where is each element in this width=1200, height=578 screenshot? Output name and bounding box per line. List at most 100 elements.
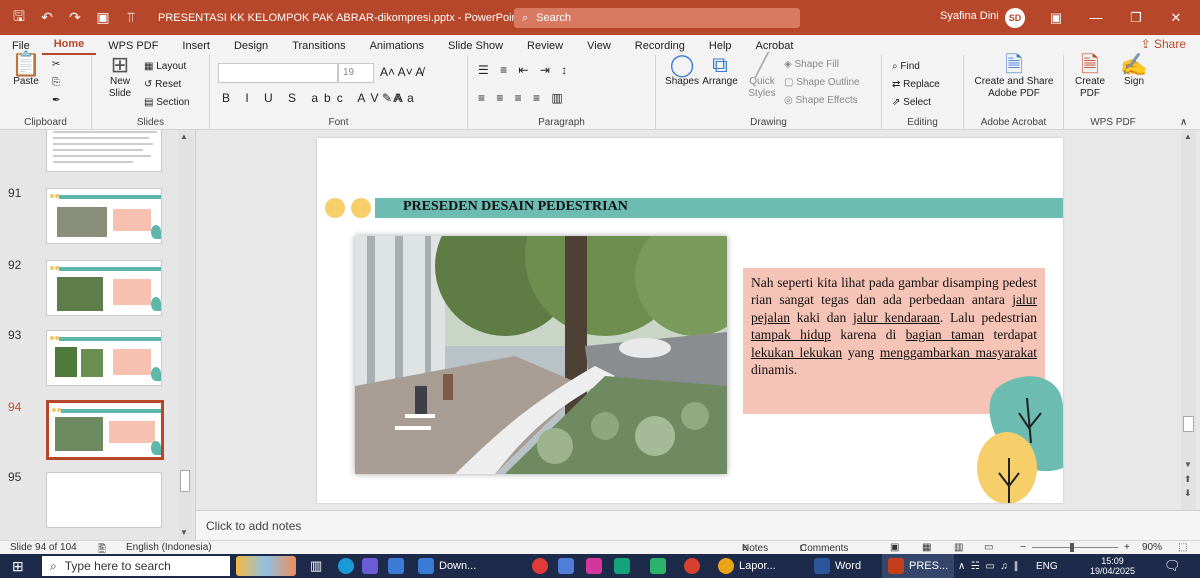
- wps-office-icon[interactable]: [684, 554, 705, 578]
- taskbar-pinned-app-4[interactable]: [650, 554, 671, 578]
- slideshow-icon[interactable]: ▭: [984, 542, 993, 553]
- taskbar-app-word[interactable]: Word: [814, 554, 861, 578]
- align-buttons[interactable]: ≡ ≡ ≡ ≡ ▥: [478, 91, 567, 105]
- thumbnails-scroll-thumb[interactable]: [180, 470, 190, 492]
- minimize-button[interactable]: —: [1076, 0, 1116, 35]
- zoom-in-button[interactable]: +: [1124, 542, 1130, 553]
- arrange-button[interactable]: ⧉ Arrange: [700, 54, 740, 88]
- next-slide-icon[interactable]: ⬇: [1184, 488, 1192, 499]
- create-share-pdf-button[interactable]: 🗎 Create and Share Adobe PDF: [970, 54, 1058, 100]
- taskbar-pinned-app-1[interactable]: [558, 554, 579, 578]
- opera-icon[interactable]: [532, 554, 553, 578]
- tab-wps-pdf[interactable]: WPS PDF: [96, 40, 170, 55]
- paste-button[interactable]: 📋 Paste: [10, 53, 42, 88]
- editor-scroll-up-icon[interactable]: ▲: [1184, 132, 1192, 141]
- slide-sorter-icon[interactable]: ▦: [922, 542, 931, 553]
- editor-scrollbar[interactable]: ▲ ▼ ⬆ ⬇: [1181, 130, 1196, 510]
- notifications-icon[interactable]: 🗨: [1164, 554, 1181, 578]
- system-tray-icons[interactable]: ∧ ☵ ▭ ♫ ∥: [958, 554, 1018, 578]
- zoom-level[interactable]: 90%: [1142, 542, 1162, 553]
- font-color-icon[interactable]: ✎ A: [382, 91, 403, 105]
- undo-icon[interactable]: ↶: [38, 9, 56, 26]
- editor-scroll-thumb[interactable]: [1183, 416, 1194, 432]
- language-status[interactable]: English (Indonesia): [126, 542, 212, 553]
- share-button[interactable]: ⇪ Share: [1141, 37, 1186, 51]
- shapes-button[interactable]: ◯ Shapes: [662, 54, 702, 88]
- wps-create-pdf-button[interactable]: 🗎 Create PDF: [1070, 54, 1110, 100]
- slide-thumbnail-90[interactable]: [46, 130, 162, 172]
- section-button[interactable]: ▤ Section: [144, 97, 190, 108]
- list-buttons[interactable]: ☰ ≡ ⇤ ⇥ ↕: [478, 63, 571, 77]
- redo-icon[interactable]: ↷: [66, 9, 84, 26]
- taskbar-app-downloads[interactable]: Down...: [418, 554, 476, 578]
- taskbar-app-chrome[interactable]: Lapor...: [718, 554, 776, 578]
- layout-button[interactable]: ▦ Layout: [144, 61, 186, 72]
- avatar[interactable]: SD: [1005, 8, 1025, 28]
- replace-button[interactable]: ⇄ Replace: [892, 79, 940, 90]
- format-painter-icon[interactable]: ✒: [52, 95, 60, 106]
- taskbar-search-box[interactable]: ⌕ Type here to search: [42, 556, 230, 576]
- windows-start-icon[interactable]: ⊞: [12, 554, 24, 578]
- reset-button[interactable]: ↺ Reset: [144, 79, 181, 90]
- tab-home[interactable]: Home: [41, 38, 97, 55]
- zoom-out-button[interactable]: −: [1020, 542, 1026, 553]
- select-button[interactable]: ⇗ Select: [892, 97, 931, 108]
- tab-design[interactable]: Design: [222, 40, 280, 55]
- tab-slide-show[interactable]: Slide Show: [436, 40, 515, 55]
- shape-fill-button[interactable]: ◈ Shape Fill: [784, 59, 839, 70]
- pedestrian-photo[interactable]: [355, 236, 727, 474]
- restore-button[interactable]: ❐: [1116, 0, 1156, 35]
- thumbnails-scrollbar[interactable]: ▲ ▼: [178, 130, 192, 540]
- shape-outline-button[interactable]: ▢ Shape Outline: [784, 77, 860, 88]
- notes-pane[interactable]: Click to add notes: [196, 510, 1200, 540]
- slide-title[interactable]: PRESEDEN DESAIN PEDESTRIAN: [403, 199, 628, 215]
- quick-styles-button[interactable]: ╱ Quick Styles: [742, 54, 782, 100]
- shape-effects-button[interactable]: ◎ Shape Effects: [784, 95, 858, 106]
- reading-view-icon[interactable]: ▥: [954, 542, 963, 553]
- grow-font-icon[interactable]: A˄ A˅ A̸: [380, 65, 423, 79]
- ribbon-display-options-icon[interactable]: ▣: [1036, 0, 1076, 35]
- input-language[interactable]: ENG: [1036, 554, 1058, 578]
- edge-icon[interactable]: [338, 554, 359, 578]
- tab-transitions[interactable]: Transitions: [280, 40, 357, 55]
- customize-qat-icon[interactable]: ⫪: [122, 9, 140, 26]
- tab-acrobat[interactable]: Acrobat: [744, 40, 806, 55]
- slide-canvas[interactable]: PRESEDEN DESAIN PEDESTRIAN Nah seperti k…: [317, 138, 1063, 503]
- slide-thumbnail-94[interactable]: [46, 400, 164, 460]
- close-button[interactable]: ✕: [1156, 0, 1196, 35]
- zoom-slider-thumb[interactable]: [1070, 543, 1074, 552]
- title-search-box[interactable]: ⌕ Search: [514, 8, 800, 28]
- user-name[interactable]: Syafina Dini: [940, 10, 999, 22]
- present-icon[interactable]: ▣: [94, 9, 112, 26]
- tab-review[interactable]: Review: [515, 40, 575, 55]
- cut-icon[interactable]: ✂: [52, 59, 60, 70]
- find-button[interactable]: ⌕ Find: [892, 61, 920, 72]
- collapse-ribbon-icon[interactable]: ∧: [1180, 117, 1187, 128]
- font-name-field[interactable]: [218, 63, 338, 83]
- new-slide-button[interactable]: ⊞ New Slide: [100, 54, 140, 100]
- normal-view-icon[interactable]: ▣: [890, 542, 899, 553]
- fit-to-window-icon[interactable]: ⬚: [1178, 542, 1187, 553]
- scroll-down-icon[interactable]: ▼: [180, 528, 188, 537]
- slide-thumbnail-95[interactable]: [46, 472, 162, 528]
- tab-animations[interactable]: Animations: [358, 40, 436, 55]
- copy-icon[interactable]: ⎘: [52, 77, 60, 88]
- previous-slide-icon[interactable]: ⬆: [1184, 474, 1192, 485]
- store-icon[interactable]: [362, 554, 383, 578]
- slide-thumbnail-92[interactable]: [46, 260, 162, 316]
- sign-button[interactable]: ✍ Sign: [1114, 54, 1154, 88]
- zoom-slider[interactable]: [1032, 547, 1118, 548]
- tab-view[interactable]: View: [575, 40, 623, 55]
- slide-thumbnail-93[interactable]: [46, 330, 162, 386]
- photos-icon[interactable]: [388, 554, 409, 578]
- taskbar-pinned-app-3[interactable]: [614, 554, 635, 578]
- tab-insert[interactable]: Insert: [170, 40, 222, 55]
- task-view-icon[interactable]: ▥: [310, 554, 322, 578]
- font-size-field[interactable]: 19: [338, 63, 374, 83]
- search-highlight-image[interactable]: [236, 554, 296, 578]
- slide-thumbnail-91[interactable]: [46, 188, 162, 244]
- taskbar-pinned-app-2[interactable]: [586, 554, 607, 578]
- taskbar-app-powerpoint[interactable]: PRES...: [882, 554, 955, 578]
- clock[interactable]: 15:09 19/04/2025: [1090, 554, 1135, 578]
- save-icon[interactable]: 🖫: [10, 6, 28, 30]
